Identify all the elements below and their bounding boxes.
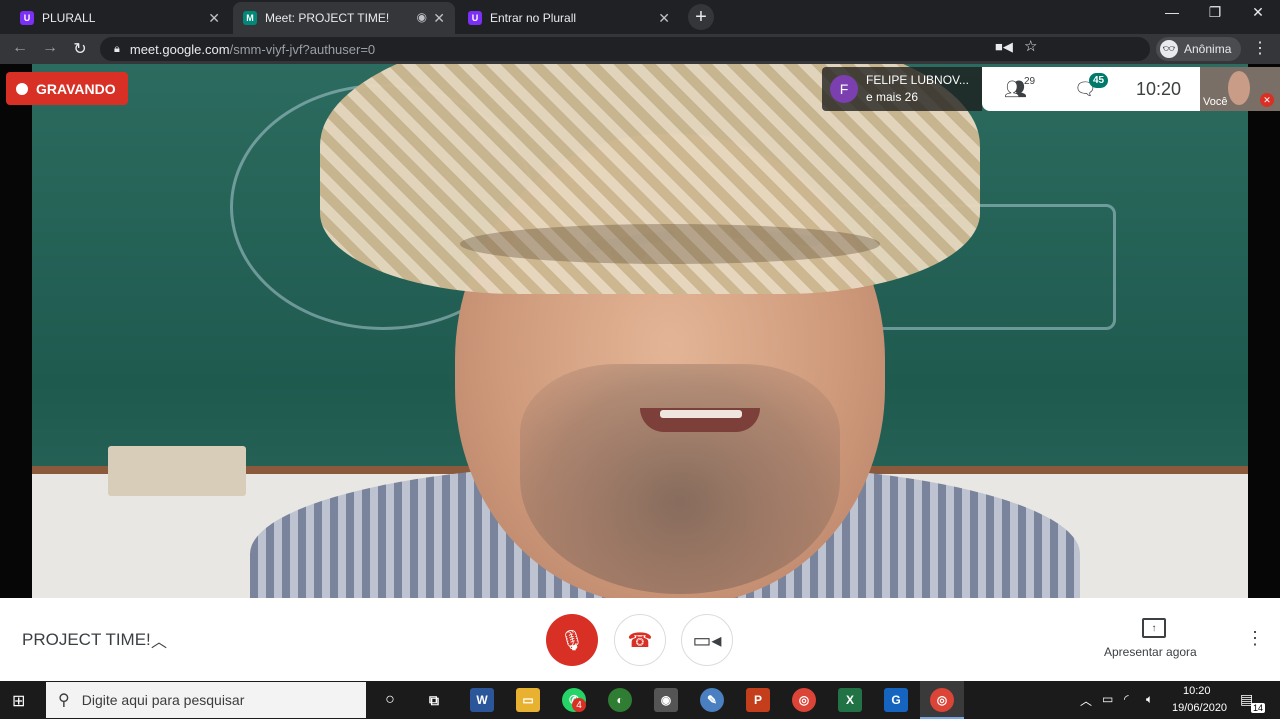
restore-icon[interactable]: ❐ — [1195, 4, 1235, 21]
recording-badge: GRAVANDO — [6, 72, 128, 105]
teeth — [660, 410, 742, 418]
paint-icon[interactable]: ✎ — [700, 688, 724, 712]
mic-off-icon: 🎙︎ — [559, 629, 585, 652]
meet-favicon-icon: M — [243, 11, 257, 25]
tab-label: PLURALL — [42, 11, 96, 25]
system-date[interactable]: 19/06/2020 — [1172, 702, 1227, 714]
plurall-favicon-icon: U — [468, 11, 482, 25]
leave-call-button[interactable]: ☎︎ — [614, 614, 666, 666]
record-dot-icon — [16, 82, 28, 95]
mic-off-icon: ✕ — [1260, 93, 1274, 107]
recording-label: GRAVANDO — [36, 80, 116, 97]
address-bar[interactable]: 🔒︎ meet.google.com/smm-viyf-jvf?authuser… — [100, 37, 1150, 61]
present-screen-icon[interactable]: ↑ — [1142, 618, 1166, 638]
lock-icon: 🔒︎ — [114, 42, 120, 55]
new-tab-button[interactable]: + — [688, 4, 714, 30]
chevron-up-icon[interactable]: ︿ — [151, 628, 167, 652]
meet-controls-bar: PROJECT TIME! ︿ 🎙︎ ☎︎ ▭◂ ↑ Apresentar ag… — [0, 598, 1280, 681]
forward-icon[interactable]: → — [38, 39, 62, 57]
search-placeholder: Digite aqui para pesquisar — [81, 692, 245, 708]
task-view-icon[interactable]: ⧉ — [422, 688, 446, 712]
cortana-icon[interactable]: ○ — [378, 688, 402, 712]
search-icon: ⚲ — [58, 692, 70, 709]
self-label: Você — [1203, 96, 1228, 108]
camera-in-use-icon[interactable]: ■◀ — [995, 39, 1013, 55]
close-icon[interactable]: ✕ — [433, 10, 445, 27]
url-path: /smm-viyf-jvf?authuser=0 — [229, 41, 376, 57]
word-icon[interactable]: W — [470, 688, 494, 712]
app-leaf-icon[interactable]: ◐ — [608, 688, 632, 712]
minimize-icon[interactable]: — — [1152, 4, 1192, 20]
chrome-icon[interactable]: ◎ — [792, 688, 816, 712]
app-blue-icon[interactable]: G — [884, 688, 908, 712]
browser-tab-strip: U PLURALL ✕ M Meet: PROJECT TIME! ◉ ✕ U … — [0, 0, 1280, 34]
tab-entrar-plurall[interactable]: U Entrar no Plurall ✕ — [458, 2, 680, 34]
tab-label: Meet: PROJECT TIME! — [265, 11, 390, 25]
plurall-favicon-icon: U — [20, 11, 34, 25]
presenter-name: FELIPE LUBNOV... — [866, 73, 969, 87]
participants-chip[interactable]: F FELIPE LUBNOV... e mais 26 — [822, 67, 982, 111]
bookmark-star-icon[interactable]: ☆ — [1024, 37, 1037, 55]
mic-toggle-button[interactable]: 🎙︎ — [546, 614, 598, 666]
file-explorer-icon[interactable]: ▭ — [516, 688, 540, 712]
tab-label: Entrar no Plurall — [490, 11, 577, 25]
profile-button[interactable]: 👓︎ Anônima — [1156, 37, 1242, 61]
powerpoint-icon[interactable]: P — [746, 688, 770, 712]
video-letterbox-right — [1248, 64, 1280, 598]
windows-start-icon[interactable]: ⊞ — [12, 691, 25, 711]
tray-chevron-icon[interactable]: ︿ — [1080, 692, 1092, 709]
close-icon[interactable]: ✕ — [208, 10, 220, 27]
back-icon[interactable]: ← — [8, 39, 32, 57]
tab-meet[interactable]: M Meet: PROJECT TIME! ◉ ✕ — [233, 2, 455, 34]
window-close-icon[interactable]: ✕ — [1238, 4, 1278, 21]
close-icon[interactable]: ✕ — [658, 10, 670, 27]
hat-shadow — [460, 224, 880, 264]
chat-badge: 45 — [1089, 73, 1109, 88]
taskbar-search[interactable]: ⚲ Digite aqui para pesquisar — [46, 682, 366, 718]
notification-count: 14 — [1251, 703, 1266, 713]
self-view-tile[interactable]: Você ✕ — [1200, 67, 1280, 111]
camera-app-icon[interactable]: ◉ — [654, 688, 678, 712]
reload-icon[interactable]: ↻ — [68, 39, 92, 59]
video-letterbox-left — [0, 64, 32, 598]
participants-count: 29 — [1024, 76, 1036, 87]
url-host: meet.google.com — [129, 41, 230, 57]
meeting-clock: 10:20 — [1136, 79, 1182, 99]
wifi-icon[interactable]: ◜ — [1124, 692, 1129, 706]
avatar: F — [830, 75, 858, 103]
meet-top-bar: 👥︎ 29 🗨︎ 45 10:20 — [982, 67, 1200, 111]
present-now-button[interactable]: Apresentar agora — [1104, 645, 1197, 659]
hang-up-icon: ☎︎ — [627, 629, 653, 652]
browser-menu-icon[interactable]: ⋮ — [1252, 38, 1268, 58]
system-time[interactable]: 10:20 — [1183, 685, 1211, 697]
browser-toolbar: ← → ↻ 🔒︎ meet.google.com/smm-viyf-jvf?au… — [0, 34, 1280, 64]
others-count: e mais 26 — [866, 90, 919, 104]
more-options-icon[interactable]: ⋮ — [1246, 628, 1264, 649]
meeting-title[interactable]: PROJECT TIME! — [22, 630, 151, 650]
chrome-icon[interactable]: ◎ — [930, 688, 954, 712]
main-video — [0, 64, 1280, 598]
self-face — [1228, 71, 1250, 105]
excel-icon[interactable]: X — [838, 688, 862, 712]
volume-icon[interactable]: 🔈︎ — [1146, 692, 1153, 707]
eraser — [108, 446, 246, 496]
camera-toggle-button[interactable]: ▭◂ — [681, 614, 733, 666]
tab-plurall[interactable]: U PLURALL ✕ — [0, 2, 230, 34]
profile-label: Anônima — [1184, 42, 1232, 56]
incognito-icon: 👓︎ — [1160, 40, 1178, 58]
beard — [520, 364, 840, 594]
whatsapp-badge: 4 — [572, 698, 586, 712]
recording-indicator-icon: ◉ — [416, 10, 427, 24]
battery-icon[interactable]: ▭ — [1102, 692, 1113, 706]
camera-icon: ▭◂ — [692, 629, 722, 652]
